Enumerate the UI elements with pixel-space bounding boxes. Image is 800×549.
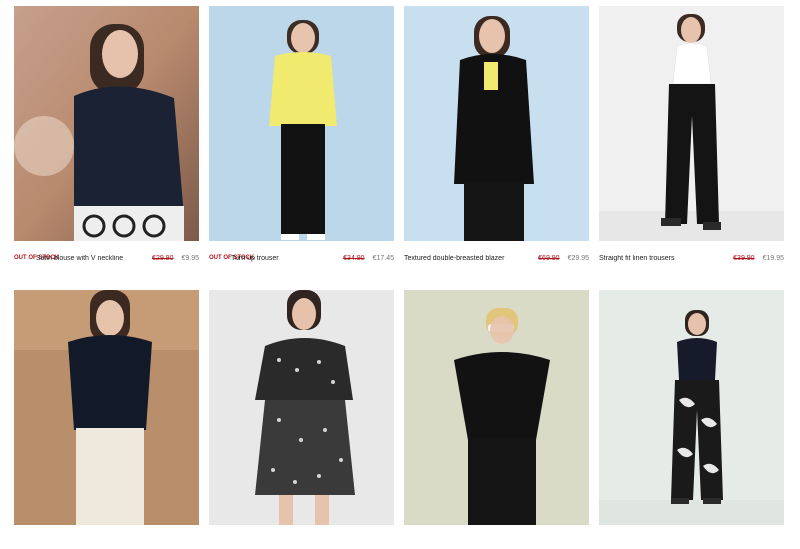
product-image[interactable] — [599, 290, 784, 525]
sale-price: €29.95 — [567, 254, 589, 262]
sale-price: €19.95 — [762, 254, 784, 262]
product-card[interactable]: OUT OF STOCK Turn up trouser €34.90 €17.… — [209, 6, 394, 265]
product-card[interactable]: Textured double-breasted blazer €69.90 €… — [404, 6, 589, 265]
product-title[interactable]: Turn up trouser — [231, 255, 337, 262]
model-photo — [404, 6, 589, 241]
original-price: €29.90 — [152, 254, 174, 262]
model-photo — [599, 290, 784, 525]
product-image[interactable] — [404, 6, 589, 241]
product-meta — [404, 535, 589, 549]
product-meta: OUT OF STOCK Turn up trouser €34.90 €17.… — [209, 251, 394, 265]
product-card[interactable] — [599, 290, 784, 549]
product-card[interactable]: OUT OF STOCK Satin blouse with V necklin… — [14, 6, 199, 265]
model-photo — [14, 290, 199, 525]
product-card[interactable] — [14, 290, 199, 549]
product-title[interactable]: Textured double-breasted blazer — [404, 255, 532, 262]
sale-price: €17.45 — [372, 254, 394, 262]
model-photo — [599, 6, 784, 241]
product-meta — [599, 535, 784, 549]
model-photo — [14, 6, 199, 241]
product-meta — [14, 535, 199, 549]
model-photo — [209, 290, 394, 525]
out-of-stock-badge: OUT OF STOCK — [14, 255, 60, 261]
product-title[interactable]: Straight fit linen trousers — [599, 255, 727, 262]
product-grid: OUT OF STOCK Satin blouse with V necklin… — [0, 0, 800, 525]
model-photo — [404, 290, 589, 525]
product-meta: Straight fit linen trousers €39.90 €19.9… — [599, 251, 784, 265]
product-image[interactable] — [209, 6, 394, 241]
product-image[interactable] — [599, 6, 784, 241]
product-meta: Textured double-breasted blazer €69.90 €… — [404, 251, 589, 265]
product-meta — [209, 535, 394, 549]
product-title[interactable]: Satin blouse with V neckline — [36, 255, 146, 262]
original-price: €39.90 — [733, 254, 755, 262]
product-card[interactable] — [404, 290, 589, 549]
product-image[interactable] — [209, 290, 394, 525]
original-price: €34.90 — [343, 254, 365, 262]
sale-price: €9.95 — [181, 254, 199, 262]
out-of-stock-badge: OUT OF STOCK — [209, 255, 255, 261]
product-meta: OUT OF STOCK Satin blouse with V necklin… — [14, 251, 199, 265]
product-image[interactable] — [404, 290, 589, 525]
product-image[interactable] — [14, 290, 199, 525]
product-image[interactable] — [14, 6, 199, 241]
product-card[interactable]: Straight fit linen trousers €39.90 €19.9… — [599, 6, 784, 265]
original-price: €69.90 — [538, 254, 560, 262]
product-card[interactable] — [209, 290, 394, 549]
model-photo — [209, 6, 394, 241]
